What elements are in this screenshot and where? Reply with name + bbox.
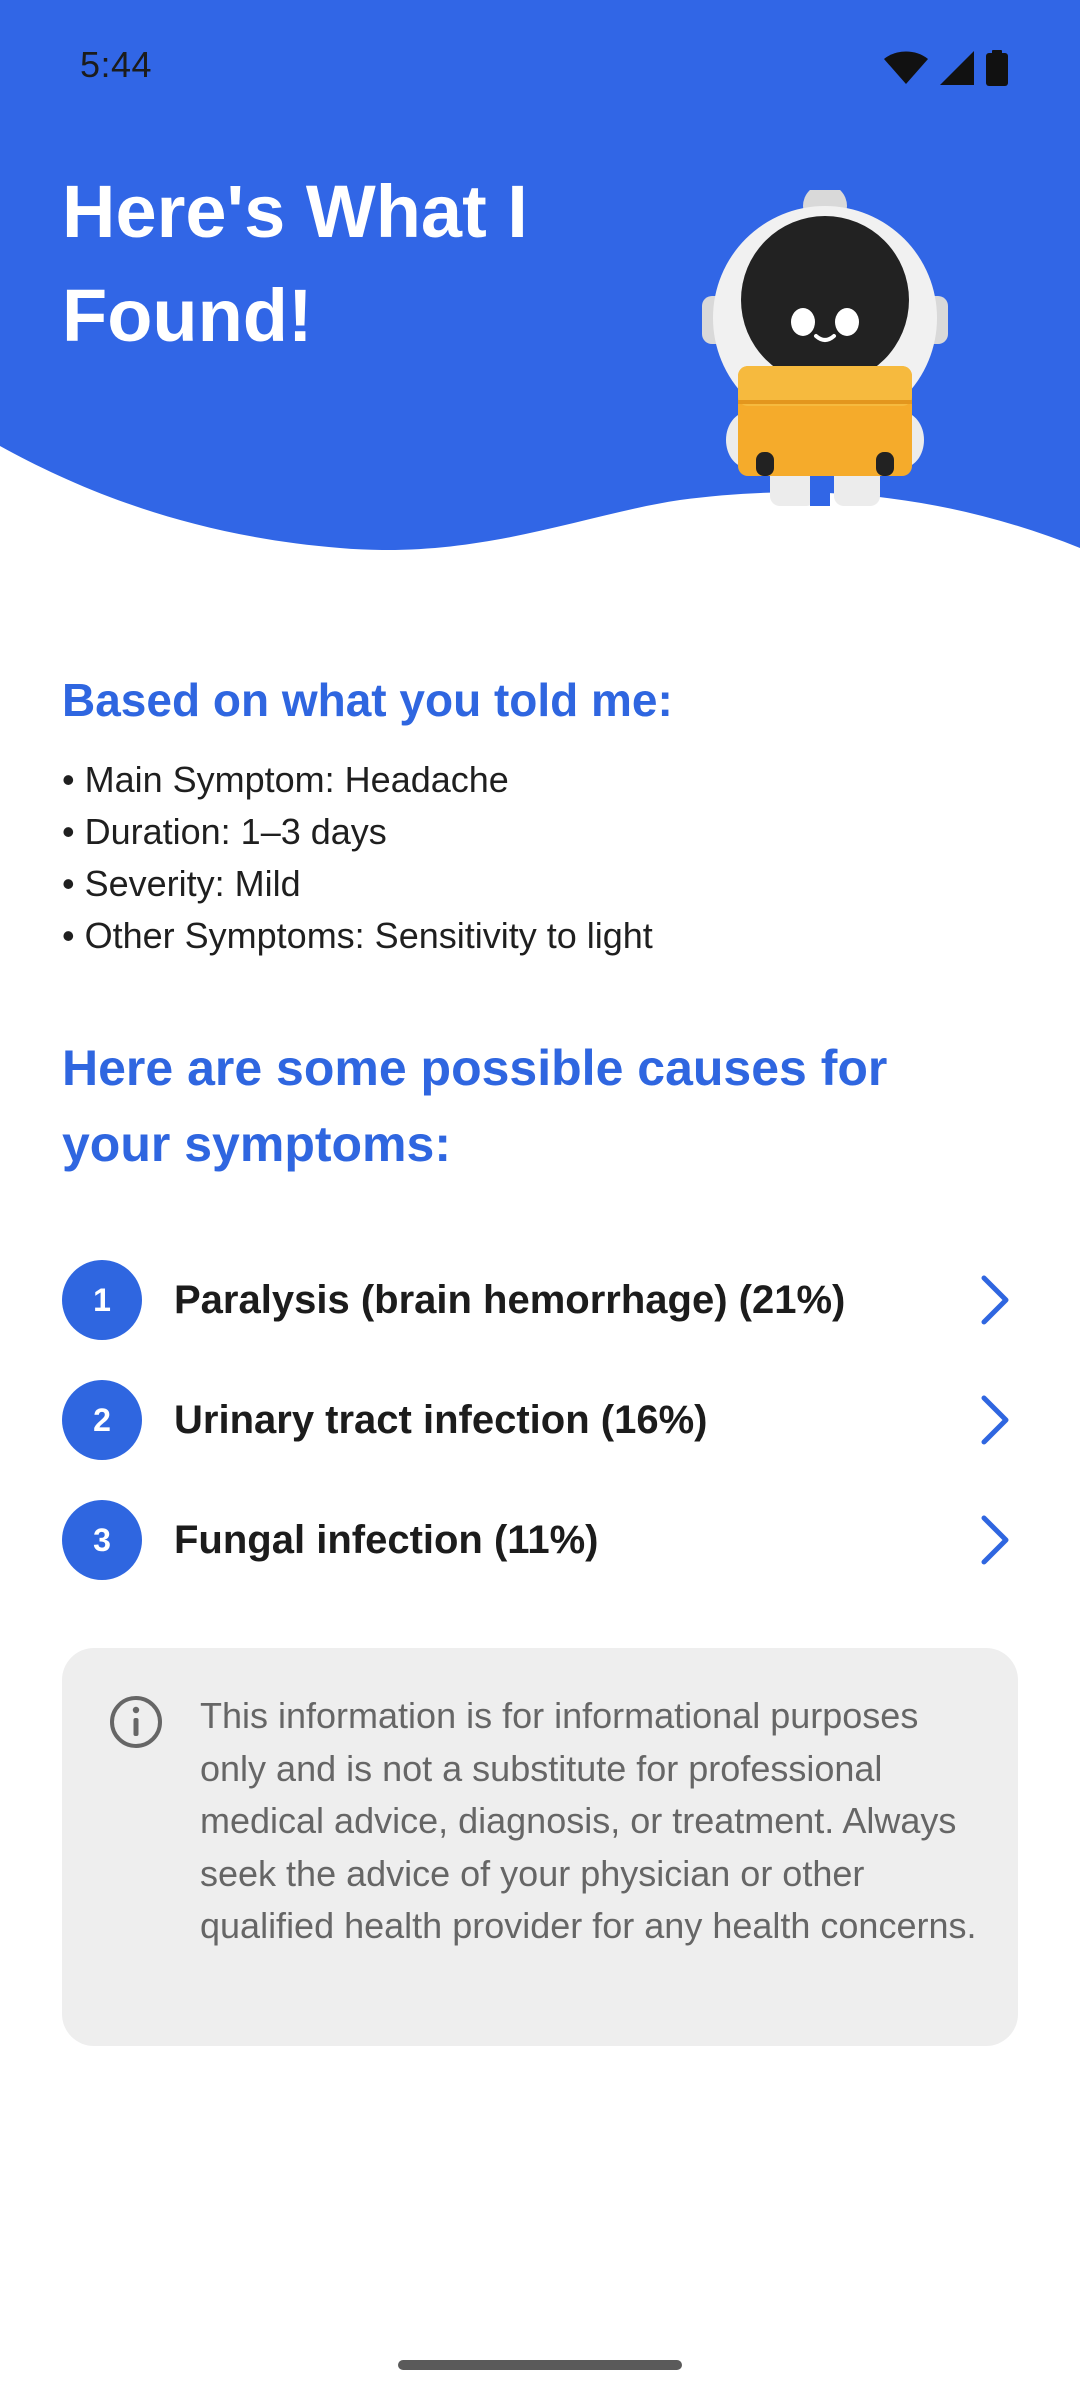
chevron-right-icon xyxy=(981,1275,1009,1325)
cause-number-badge: 3 xyxy=(62,1500,142,1580)
page-title: Here's What I Found! xyxy=(62,170,528,357)
disclaimer-text: This information is for informational pu… xyxy=(200,1695,977,1946)
summary-item-main-symptom: Main Symptom: Headache xyxy=(62,754,1022,806)
info-icon xyxy=(110,1696,162,1748)
status-bar: 5:44 xyxy=(0,0,1080,136)
cause-item[interactable]: 1 Paralysis (brain hemorrhage) (21%) xyxy=(62,1240,1022,1360)
astronaut-robot-mascot xyxy=(702,190,948,506)
header: 5:44 Here's What I Found! xyxy=(0,0,1080,560)
status-time: 5:44 xyxy=(80,44,153,85)
possible-causes-list: 1 Paralysis (brain hemorrhage) (21%) 2 U… xyxy=(62,1240,1022,1600)
battery-icon xyxy=(986,50,1008,86)
summary-item-duration: Duration: 1–3 days xyxy=(62,806,1022,858)
results-screen: 5:44 Here's What I Found! Based on what … xyxy=(0,0,1080,2400)
cause-item[interactable]: 3 Fungal infection (11%) xyxy=(62,1480,1022,1600)
wifi-icon xyxy=(884,51,928,84)
cellular-signal-icon xyxy=(940,51,974,85)
chevron-right-icon xyxy=(981,1515,1009,1565)
home-indicator[interactable] xyxy=(398,2360,682,2370)
cause-number-badge: 1 xyxy=(62,1260,142,1340)
symptom-summary-list: Main Symptom: Headache Duration: 1–3 day… xyxy=(62,754,1022,962)
disclaimer-card: This information is for informational pu… xyxy=(62,1648,1018,2046)
summary-title: Based on what you told me: xyxy=(62,674,673,726)
status-icons xyxy=(884,50,1008,86)
cause-label: Fungal infection (11%) xyxy=(174,1517,599,1562)
cause-label: Paralysis (brain hemorrhage) (21%) xyxy=(174,1277,846,1322)
causes-title: Here are some possible causes for your s… xyxy=(62,1040,888,1172)
chevron-right-icon xyxy=(981,1395,1009,1445)
summary-item-other-symptoms: Other Symptoms: Sensitivity to light xyxy=(62,910,1022,962)
summary-item-severity: Severity: Mild xyxy=(62,858,1022,910)
cause-label: Urinary tract infection (16%) xyxy=(174,1397,708,1442)
cause-item[interactable]: 2 Urinary tract infection (16%) xyxy=(62,1360,1022,1480)
cause-number-badge: 2 xyxy=(62,1380,142,1460)
